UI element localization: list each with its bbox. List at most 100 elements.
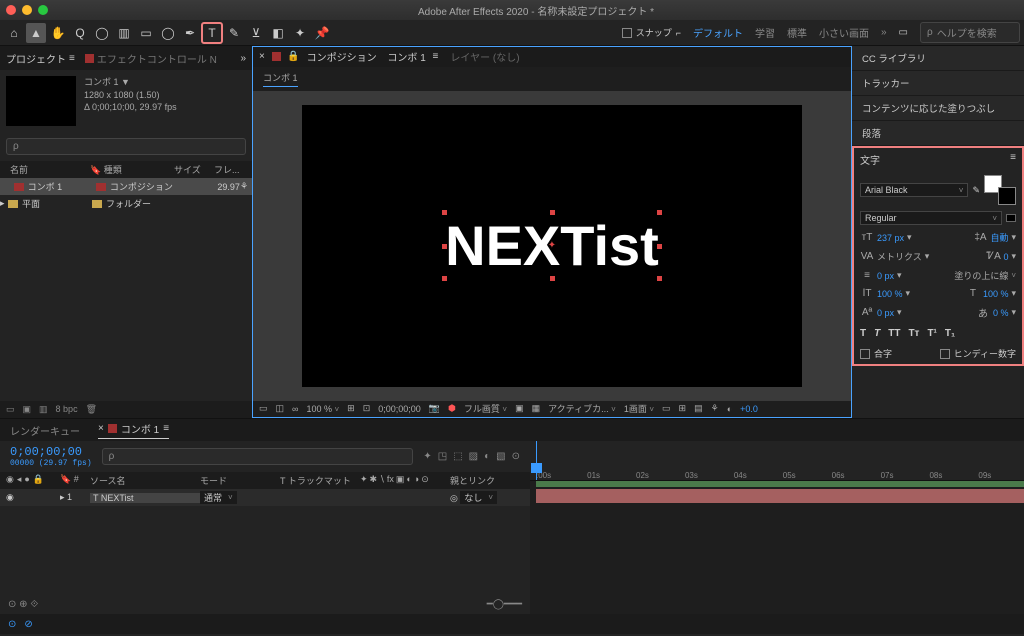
tsume-input[interactable]: あ0 % ▾ <box>976 305 1016 320</box>
new-folder-icon[interactable]: ▣ <box>23 404 32 415</box>
comp-thumbnail[interactable] <box>6 76 76 126</box>
parent-col-header[interactable]: 親とリンク <box>450 474 530 487</box>
workspace-small[interactable]: 小さい画面 <box>819 25 869 40</box>
tracks[interactable] <box>530 481 1024 614</box>
playhead[interactable] <box>536 441 537 480</box>
panel-paragraph[interactable]: 段落 <box>852 121 1024 146</box>
solo-col-icon[interactable]: ● <box>24 474 29 487</box>
exposure-value[interactable]: +0.0 <box>740 404 758 414</box>
tab-project[interactable]: プロジェクト ≡ <box>6 51 75 66</box>
type-tool[interactable]: T <box>202 23 222 43</box>
tab-render-queue[interactable]: レンダーキュー <box>10 423 80 438</box>
layer-mode-dropdown[interactable]: 通常˅ <box>200 491 237 504</box>
faux-bold[interactable]: T <box>860 328 866 339</box>
video-col-icon[interactable]: ◉ <box>6 474 14 487</box>
trackmatte-col-header[interactable]: T トラックマット <box>280 474 360 487</box>
flowchart-icon[interactable]: ⚘ <box>240 181 248 192</box>
layer-duration-bar[interactable] <box>536 489 1024 503</box>
frame-blend-icon[interactable]: ▨ <box>469 451 478 462</box>
handle-mr[interactable] <box>657 244 662 249</box>
zoom-tool[interactable]: Q <box>70 23 90 43</box>
stroke-width-input[interactable]: ≡0 px ▾ <box>860 270 902 281</box>
graph-editor-icon[interactable]: ▧ <box>496 451 505 462</box>
brain-icon[interactable]: ⊙ <box>512 451 520 462</box>
comp-mini-flowchart-icon[interactable]: ✦ <box>423 451 431 462</box>
bpc-button[interactable]: 8 bpc <box>56 404 78 415</box>
workspace-standard[interactable]: 標準 <box>787 25 807 40</box>
tab-timeline-comp[interactable]: × コンボ 1 ≡ <box>98 421 169 439</box>
font-style-dropdown[interactable]: Regular˅ <box>860 211 1002 225</box>
hand-tool[interactable]: ✋ <box>48 23 68 43</box>
font-family-dropdown[interactable]: Arial Black˅ <box>860 183 968 197</box>
mag-icon[interactable]: ▭ <box>259 403 268 414</box>
stroke-color-swatch[interactable] <box>998 187 1016 205</box>
exposure-reset-icon[interactable]: ◐ <box>727 404 732 414</box>
index-col-header[interactable]: 🔖 # <box>60 474 90 487</box>
anchor-point-icon[interactable]: ✦ <box>546 240 558 252</box>
help-search-input[interactable]: ρヘルプを検索 <box>920 22 1020 43</box>
audio-col-icon[interactable]: ◂ <box>17 474 22 487</box>
superscript[interactable]: T¹ <box>927 328 936 339</box>
project-item-comp1[interactable]: コンボ 1 コンポジション 29.97 ⚘ <box>0 178 252 195</box>
maximize-window-button[interactable] <box>38 5 48 15</box>
mode-col-header[interactable]: モード <box>200 474 280 487</box>
timeline-layer-row[interactable]: ◉ ▸ 1 T NEXTist 通常˅ ◎ なし˅ <box>0 489 530 506</box>
fast-preview-icon[interactable]: ▭ <box>662 403 671 414</box>
baseline-input[interactable]: Aª0 px ▾ <box>860 307 902 318</box>
color-swatches[interactable] <box>984 175 1016 205</box>
timeline-icon[interactable]: ▤ <box>694 403 703 414</box>
grid-icon[interactable]: ⊡ <box>363 403 371 414</box>
zoom-dropdown[interactable]: 100 % ˅ <box>306 404 339 414</box>
flowchart-btn-icon[interactable]: ⚘ <box>711 403 719 414</box>
eraser-tool[interactable]: ◧ <box>268 23 288 43</box>
comp-name[interactable]: コンボ 1 ▼ <box>84 76 177 89</box>
col-name[interactable]: 名前 <box>0 163 90 176</box>
handle-br[interactable] <box>657 276 662 281</box>
ligatures-checkbox[interactable]: 合字 <box>860 347 892 360</box>
project-search-input[interactable]: ρ <box>6 138 246 155</box>
layer-video-toggle[interactable]: ◉ <box>6 492 14 503</box>
character-panel-menu[interactable]: ≡ <box>1010 152 1016 167</box>
switches-col-header[interactable]: ✦✱∖fx▣◐◑⊙ <box>360 474 450 487</box>
workspace-learn[interactable]: 学習 <box>755 25 775 40</box>
puppet-tool[interactable]: 📌 <box>312 23 332 43</box>
alpha-icon[interactable]: ◫ <box>276 403 285 414</box>
text-layer-bbox[interactable]: NEXTist ✦ <box>445 213 659 278</box>
pickwhip-icon[interactable]: ◎ <box>450 493 458 503</box>
clone-tool[interactable]: ⊻ <box>246 23 266 43</box>
home-tool[interactable]: ⌂ <box>4 23 24 43</box>
time-ruler[interactable]: :00s 01s 02s 03s 04s 05s 06s 07s 08s 09s… <box>530 441 1024 481</box>
stroke-order-dropdown[interactable]: 塗りの上に線 ˅ <box>954 269 1016 282</box>
no-stroke-icon[interactable] <box>1006 214 1016 222</box>
timeline-track-area[interactable]: :00s 01s 02s 03s 04s 05s 06s 07s 08s 09s… <box>530 441 1024 614</box>
roto-tool[interactable]: ✦ <box>290 23 310 43</box>
lock-col-icon[interactable]: 🔒 <box>33 474 44 487</box>
timeline-search-input[interactable]: ρ <box>102 448 414 465</box>
small-caps[interactable]: Tт <box>908 328 919 339</box>
handle-tl[interactable] <box>442 210 447 215</box>
shy-icon[interactable]: ⬚ <box>453 451 462 462</box>
snap-toggle[interactable]: スナップ ⌐ <box>622 26 681 39</box>
tracking-input[interactable]: ᏤA0 ▾ <box>986 251 1016 262</box>
views-dropdown[interactable]: 1画面 ˅ <box>624 402 654 415</box>
zoom-slider[interactable]: ━◯━━━ <box>487 599 522 610</box>
composition-viewer[interactable]: NEXTist ✦ <box>253 91 851 401</box>
tab-composition[interactable]: × 🔒 コンポジション コンボ 1 ≡ <box>259 49 438 64</box>
handle-bl[interactable] <box>442 276 447 281</box>
panel-search-icon[interactable]: ▭ <box>899 27 908 38</box>
handle-ml[interactable] <box>442 244 447 249</box>
quality-dropdown[interactable]: フル画質 ˅ <box>464 402 507 415</box>
hindi-digits-checkbox[interactable]: ヒンディー数字 <box>940 347 1016 360</box>
vscale-input[interactable]: ⅠT100 % ▾ <box>860 288 910 299</box>
panel-content-aware[interactable]: コンテンツに応じた塗りつぶし <box>852 96 1024 121</box>
res-icon[interactable]: ⊞ <box>347 403 355 414</box>
faux-italic[interactable]: T <box>874 328 880 339</box>
tab-layer[interactable]: レイヤー (なし) <box>450 49 519 64</box>
motion-blur-icon[interactable]: ◐ <box>484 451 490 462</box>
timecode-display[interactable]: 0;00;00;00 00000 (29.97 fps) <box>10 445 92 468</box>
source-col-header[interactable]: ソース名 <box>90 474 200 487</box>
tab-effect-controls[interactable]: エフェクトコントロール N <box>85 51 217 66</box>
brush-tool[interactable]: ✎ <box>224 23 244 43</box>
leading-input[interactable]: ‡A自動 ▾ <box>973 231 1016 244</box>
camera-tool[interactable]: ▥ <box>114 23 134 43</box>
